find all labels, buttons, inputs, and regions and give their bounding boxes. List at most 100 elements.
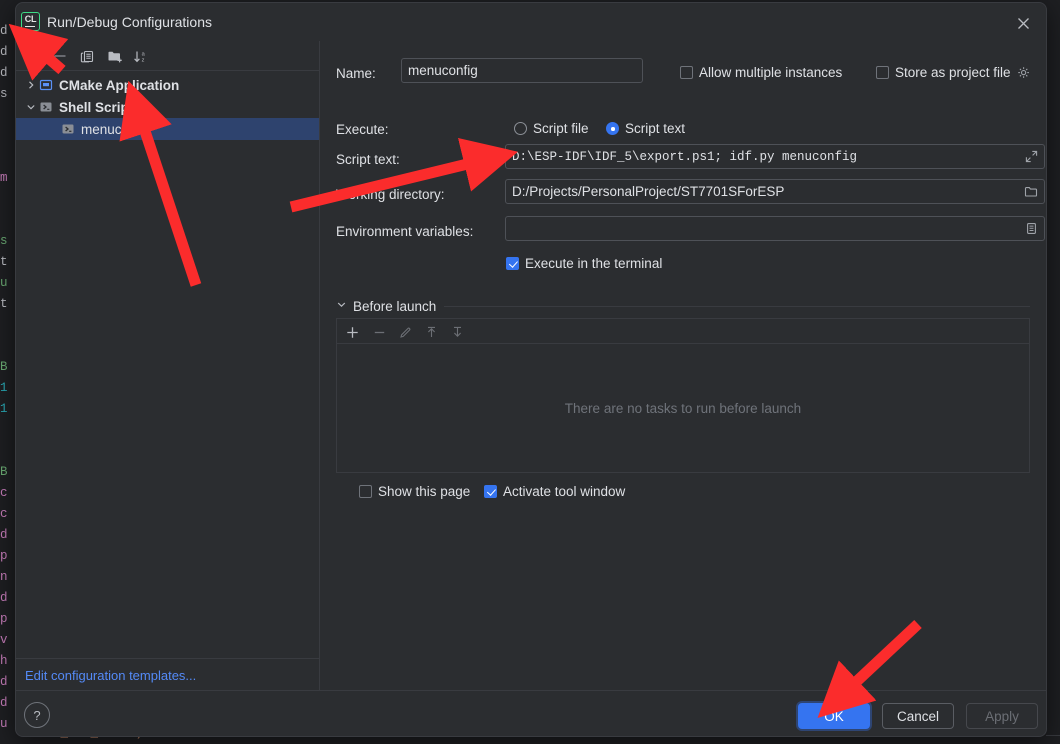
script-file-radio — [514, 122, 527, 135]
tree-item-menuconfig[interactable]: menuconfig — [16, 118, 319, 140]
radio-script-file[interactable]: Script file — [514, 121, 589, 136]
activate-tool-window-checkbox[interactable]: Activate tool window — [484, 484, 625, 499]
background-code-char: d — [0, 696, 8, 710]
script-text-value: D:\ESP-IDF\IDF_5\export.ps1; idf.py menu… — [512, 149, 858, 164]
dialog-title: Run/Debug Configurations — [47, 14, 212, 30]
background-code-char: u — [0, 276, 8, 290]
tree-item-label: Shell Script — [59, 99, 134, 115]
before-launch-task-list[interactable]: There are no tasks to run before launch — [336, 343, 1030, 473]
activate-tool-window-box — [484, 485, 497, 498]
shell-script-icon — [38, 99, 54, 115]
new-folder-button[interactable] — [104, 45, 126, 67]
background-code-char — [0, 336, 16, 357]
background-code-char: c — [0, 507, 8, 521]
remove-task-button[interactable] — [368, 321, 390, 343]
chevron-right-icon[interactable] — [24, 80, 38, 90]
dialog-footer: ? OK Cancel Apply — [16, 690, 1046, 736]
background-code-column: dddsmstutB11Bccdpndpvhddu — [0, 0, 16, 735]
close-icon[interactable] — [1008, 11, 1038, 35]
working-directory-label: Working directory: — [336, 187, 445, 202]
apply-button[interactable]: Apply — [966, 703, 1038, 729]
background-code-char — [0, 147, 16, 168]
background-code-char: d — [0, 45, 8, 59]
background-code-char: d — [0, 66, 8, 80]
name-label: Name: — [336, 66, 376, 81]
before-launch-empty-message: There are no tasks to run before launch — [564, 400, 802, 416]
chevron-down-icon — [336, 297, 347, 315]
clion-icon: CL — [21, 12, 40, 31]
cmake-icon — [38, 77, 54, 93]
gear-icon[interactable] — [1017, 66, 1031, 80]
background-code-char: v — [0, 633, 8, 647]
name-input[interactable]: menuconfig — [401, 58, 643, 83]
background-code-char: p — [0, 549, 8, 563]
edit-templates-bar: Edit configuration templates... — [16, 658, 320, 691]
folder-icon[interactable] — [1022, 183, 1040, 201]
environment-variables-input[interactable] — [505, 216, 1045, 241]
list-edit-icon[interactable] — [1022, 220, 1040, 238]
background-code-char — [0, 126, 16, 147]
background-divider — [1046, 735, 1060, 736]
sort-configurations-button[interactable]: a z — [130, 45, 152, 67]
background-code-char: d — [0, 24, 8, 38]
background-code-char: u — [0, 717, 8, 731]
working-directory-input[interactable]: D:/Projects/PersonalProject/ST7701SForES… — [505, 179, 1045, 204]
ok-button[interactable]: OK — [798, 703, 870, 729]
background-code-char: h — [0, 654, 8, 668]
execute-in-terminal-checkbox[interactable]: Execute in the terminal — [506, 256, 662, 271]
before-launch-header[interactable]: Before launch — [336, 297, 1030, 315]
configuration-form: Name: menuconfig Allow multiple instance… — [320, 41, 1046, 690]
radio-script-text[interactable]: Script text — [606, 121, 685, 136]
show-this-page-label: Show this page — [378, 484, 471, 499]
background-code-char — [0, 441, 16, 462]
background-code-char: 1 — [0, 381, 8, 395]
help-button[interactable]: ? — [24, 702, 50, 728]
add-task-button[interactable] — [341, 321, 363, 343]
background-code-char: t — [0, 255, 8, 269]
environment-variables-label: Environment variables: — [336, 224, 474, 239]
pencil-icon[interactable] — [394, 321, 416, 343]
run-debug-configurations-dialog: CL Run/Debug Configurations a z CMake Ap… — [15, 2, 1047, 737]
configurations-tree[interactable]: CMake Application Shell Script menuconfig — [16, 70, 319, 658]
background-code-char: s — [0, 87, 8, 101]
before-launch-divider — [444, 305, 1030, 307]
background-code-char — [0, 189, 16, 210]
script-text-input[interactable]: D:\ESP-IDF\IDF_5\export.ps1; idf.py menu… — [505, 144, 1045, 169]
tree-item-label: menuconfig — [81, 121, 151, 137]
before-launch-title: Before launch — [353, 298, 437, 314]
tree-item-label: CMake Application — [59, 77, 180, 93]
show-this-page-checkbox[interactable]: Show this page — [359, 484, 470, 499]
allow-multiple-instances-box — [680, 66, 693, 79]
background-code-char: p — [0, 612, 8, 626]
copy-configuration-button[interactable] — [76, 45, 98, 67]
tree-item-cmake-application[interactable]: CMake Application — [16, 74, 319, 96]
background-code-char: n — [0, 570, 8, 584]
background-code-char — [0, 210, 16, 231]
configurations-toolbar: a z — [16, 41, 319, 71]
tree-item-shell-script[interactable]: Shell Script — [16, 96, 319, 118]
move-task-up-button[interactable] — [420, 321, 442, 343]
svg-text:z: z — [142, 57, 145, 63]
svg-text:a: a — [142, 51, 146, 57]
execute-label: Execute: — [336, 122, 389, 137]
add-configuration-button[interactable] — [22, 45, 44, 67]
move-task-down-button[interactable] — [446, 321, 468, 343]
store-as-project-file-checkbox[interactable]: Store as project file — [876, 65, 1031, 80]
edit-configuration-templates-link[interactable]: Edit configuration templates... — [25, 668, 196, 683]
chevron-down-icon[interactable] — [24, 102, 38, 112]
background-code-char: d — [0, 591, 8, 605]
background-code-char — [0, 105, 16, 126]
background-code-char: t — [0, 297, 8, 311]
allow-multiple-instances-label: Allow multiple instances — [699, 65, 843, 80]
background-code-char: 1 — [0, 402, 8, 416]
remove-configuration-button[interactable] — [49, 45, 71, 67]
allow-multiple-instances-checkbox[interactable]: Allow multiple instances — [680, 65, 842, 80]
store-as-project-file-box — [876, 66, 889, 79]
configurations-panel: a z CMake Application Shell Script menucon… — [16, 41, 320, 658]
expand-icon[interactable] — [1022, 148, 1040, 166]
working-directory-value: D:/Projects/PersonalProject/ST7701SForES… — [512, 184, 785, 199]
cancel-button[interactable]: Cancel — [882, 703, 954, 729]
script-text-radio — [606, 122, 619, 135]
script-file-label: Script file — [533, 121, 589, 136]
background-code-char: d — [0, 675, 8, 689]
